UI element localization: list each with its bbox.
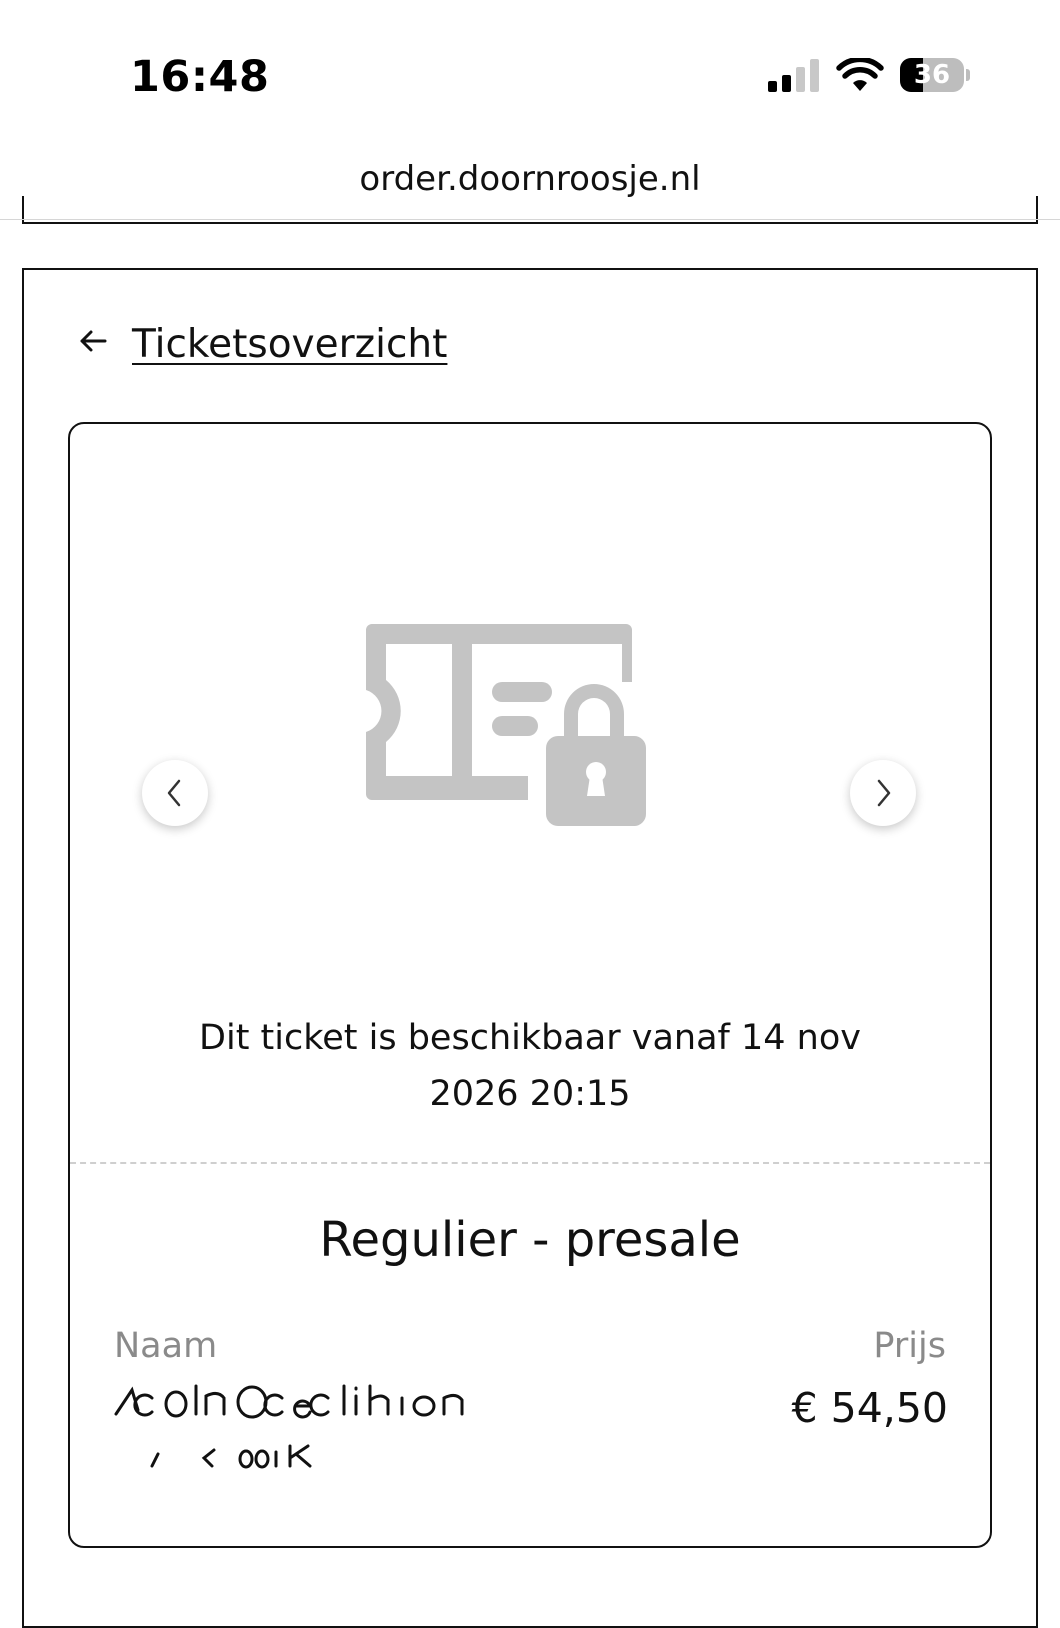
previous-ticket-button[interactable] (142, 760, 208, 826)
ticket-locked-icon (366, 624, 646, 826)
ticket-card (68, 422, 992, 1548)
chevron-left-icon (167, 779, 181, 807)
battery-level: 36 (913, 60, 951, 90)
name-label: Naam (114, 1326, 218, 1366)
back-link-label: Ticketsoverzicht (132, 322, 448, 367)
next-ticket-button[interactable] (850, 760, 916, 826)
address-bar-divider (0, 219, 1060, 220)
redacted-holder-name (114, 1384, 464, 1469)
status-icons: 36 (768, 58, 970, 92)
status-bar: 16:48 36 (0, 0, 1060, 150)
price-label: Prijs (873, 1326, 946, 1366)
status-time: 16:48 (130, 52, 270, 102)
availability-message: Dit ticket is beschikbaar vanaf 14 nov 2… (100, 1010, 960, 1122)
back-to-tickets-link[interactable]: Ticketsoverzicht (78, 322, 447, 367)
ticket-price: € 54,50 (791, 1384, 949, 1432)
chevron-right-icon (877, 779, 891, 807)
arrow-left-icon (78, 325, 108, 365)
wifi-icon (836, 58, 884, 91)
availability-line-2: 2026 20:15 (429, 1074, 631, 1114)
dashed-divider (70, 1162, 990, 1164)
battery-icon: 36 (900, 58, 970, 92)
cellular-signal-icon (768, 59, 819, 92)
ticket-type-title: Regulier - presale (319, 1212, 741, 1268)
availability-line-1: Dit ticket is beschikbaar vanaf 14 nov (199, 1018, 861, 1058)
